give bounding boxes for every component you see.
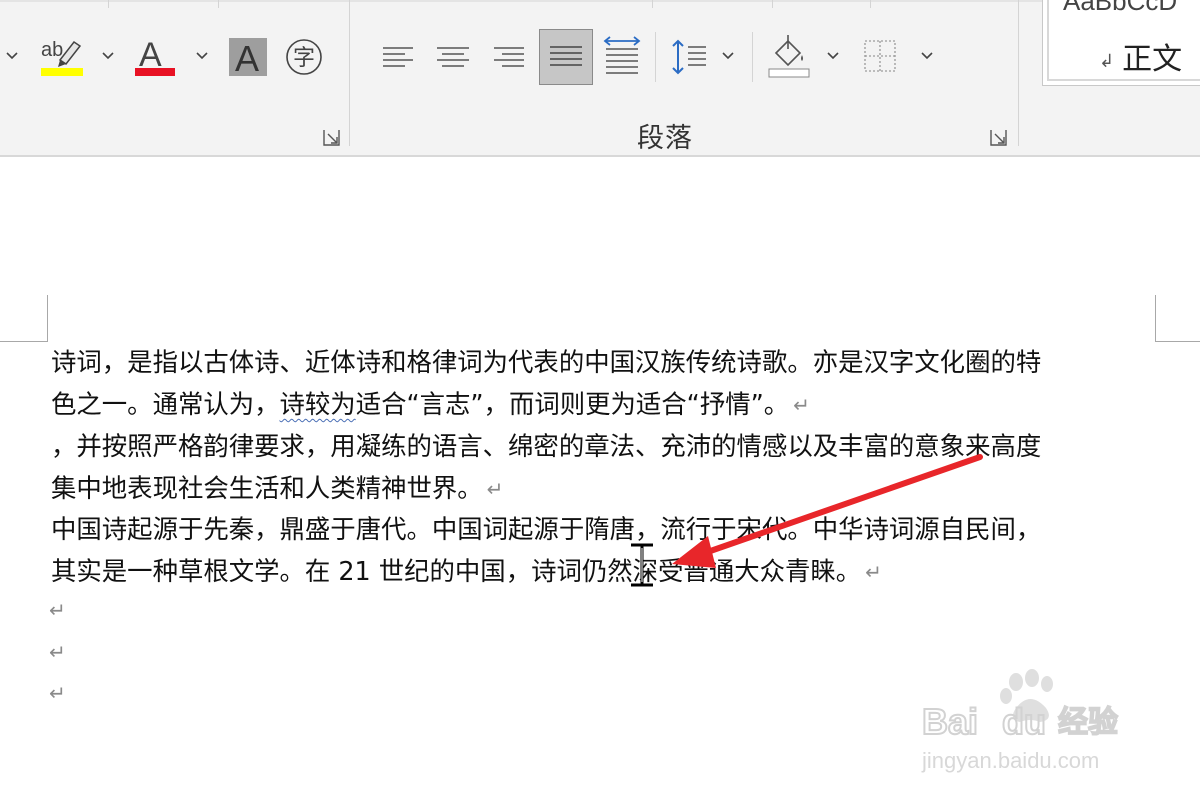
paragraph[interactable]: 中国诗起源于先秦，鼎盛于唐代。中国词起源于隋唐，流行于宋代。中华诗词源自民间， … bbox=[51, 508, 1161, 594]
svg-text:ab: ab bbox=[41, 39, 63, 61]
font-color-button[interactable]: A bbox=[132, 34, 178, 80]
paragraph[interactable]: 诗词，是指以古体诗、近体诗和格律词为代表的中国汉族传统诗歌。亦是汉字文化圈的特 … bbox=[51, 341, 1161, 427]
text-run: 集中地表现社会生活和人类精神世界。 bbox=[51, 473, 483, 503]
chevron-down-icon[interactable] bbox=[917, 46, 937, 66]
style-sample-text: AaBbCcD bbox=[1063, 0, 1178, 16]
style-normal[interactable]: ↲ 正文 bbox=[1099, 34, 1182, 78]
distributed-icon bbox=[603, 36, 641, 74]
align-center-button[interactable] bbox=[433, 38, 473, 78]
chevron-down-icon[interactable] bbox=[718, 46, 738, 66]
align-left-icon bbox=[383, 47, 413, 67]
chevron-down-icon[interactable] bbox=[2, 46, 22, 66]
character-shading-icon: A bbox=[229, 38, 267, 76]
distributed-align-button[interactable] bbox=[600, 33, 644, 79]
enclose-characters-button[interactable]: 字 bbox=[284, 37, 324, 77]
paragraph[interactable]: ，并按照严格韵律要求，用凝练的语言、绵密的章法、充沛的情感以及丰富的意象来高度 … bbox=[51, 425, 1161, 511]
paragraph-line: 中国诗起源于先秦，鼎盛于唐代。中国词起源于隋唐，流行于宋代。中华诗词源自民间， bbox=[51, 514, 1042, 544]
shading-button[interactable] bbox=[765, 32, 813, 80]
paragraph-return-icon: ↲ bbox=[1099, 51, 1115, 72]
paragraph-group-label: 段落 bbox=[637, 123, 693, 154]
borders-button[interactable] bbox=[860, 36, 900, 76]
paragraph-mark-icon: ↵ bbox=[793, 393, 810, 417]
ribbon-tick bbox=[108, 0, 109, 8]
empty-paragraph-mark[interactable]: ↵ bbox=[49, 681, 66, 705]
button-separator bbox=[655, 32, 656, 82]
style-name-label: 正文 bbox=[1122, 42, 1183, 77]
text-run: 其实是一种草根文学。在 21 世纪的中国，诗词仍然深受普通大众青睐。 bbox=[51, 556, 862, 586]
paint-bucket-icon bbox=[768, 35, 810, 78]
text-run: 适合“言志”，而词则更为适合“抒情”。 bbox=[355, 389, 790, 419]
align-left-button[interactable] bbox=[378, 38, 418, 78]
margin-corner-right bbox=[1155, 295, 1156, 341]
align-right-button[interactable] bbox=[489, 38, 529, 78]
group-separator bbox=[349, 0, 350, 146]
text-run: 色之一。通常认为， bbox=[51, 389, 280, 419]
button-separator bbox=[752, 32, 753, 82]
margin-corner-left bbox=[47, 295, 48, 341]
chevron-down-icon[interactable] bbox=[823, 46, 843, 66]
paragraph-line: 色之一。通常认为，诗较为适合“言志”，而词则更为适合“抒情”。 ↵ bbox=[51, 383, 1161, 427]
margin-corner-right bbox=[1155, 341, 1200, 342]
paragraph-mark-icon: ↵ bbox=[486, 477, 504, 501]
paragraph-mark-icon: ↵ bbox=[865, 560, 882, 584]
justify-button[interactable] bbox=[539, 29, 593, 85]
ribbon-tick bbox=[870, 0, 871, 8]
style-tile[interactable]: AaBbCcD ↲ 正文 bbox=[1047, 0, 1200, 81]
text-highlight-color-button[interactable]: ab bbox=[38, 34, 86, 80]
watermark-url: jingyan.baidu.com bbox=[921, 748, 1099, 773]
empty-paragraph-mark[interactable]: ↵ bbox=[49, 598, 66, 622]
chevron-down-icon[interactable] bbox=[192, 46, 212, 66]
baidu-watermark-logo: Bai du 经验 jingyan.baidu.com bbox=[921, 669, 1119, 773]
character-shading-button[interactable]: A bbox=[229, 38, 267, 76]
svg-text:A: A bbox=[235, 38, 259, 76]
ribbon-tick bbox=[652, 0, 653, 8]
ribbon-top-border bbox=[0, 0, 1200, 2]
paragraph-line: 诗词，是指以古体诗、近体诗和格律词为代表的中国汉族传统诗歌。亦是汉字文化圈的特 bbox=[51, 347, 1042, 377]
line-spacing-icon bbox=[672, 39, 706, 75]
group-separator bbox=[1018, 0, 1019, 146]
justify-icon bbox=[550, 46, 582, 66]
paragraph-line: 其实是一种草根文学。在 21 世纪的中国，诗词仍然深受普通大众青睐。 ↵ bbox=[51, 550, 1161, 594]
margin-corner-left bbox=[0, 341, 48, 342]
align-right-icon bbox=[494, 47, 524, 67]
font-color-icon: A bbox=[135, 36, 175, 76]
paragraph-line: 集中地表现社会生活和人类精神世界。 ↵ bbox=[51, 467, 1161, 511]
ribbon: ab A A 字 段落 AaBbCcD ↲ 正文 bbox=[0, 0, 1200, 157]
paragraph-line: ，并按照严格韵律要求，用凝练的语言、绵密的章法、充沛的情感以及丰富的意象来高度 bbox=[51, 431, 1042, 461]
styles-gallery[interactable]: AaBbCcD ↲ 正文 bbox=[1042, 0, 1200, 86]
grammar-flagged-text[interactable]: 诗较为 bbox=[280, 389, 356, 419]
svg-text:字: 字 bbox=[293, 46, 315, 71]
dialog-launcher-icon[interactable] bbox=[322, 128, 342, 148]
dialog-launcher-icon[interactable] bbox=[989, 128, 1009, 148]
empty-paragraph-mark[interactable]: ↵ bbox=[49, 640, 66, 664]
svg-text:经验: 经验 bbox=[1058, 705, 1118, 740]
chevron-down-icon[interactable] bbox=[98, 46, 118, 66]
svg-text:du: du bbox=[1002, 701, 1046, 742]
svg-text:Bai: Bai bbox=[922, 701, 978, 742]
enclosed-character-icon: 字 bbox=[286, 39, 322, 75]
text-cursor-ibeam-icon bbox=[631, 543, 653, 587]
highlighter-icon: ab bbox=[41, 39, 83, 76]
ribbon-tick bbox=[772, 0, 773, 8]
line-spacing-button[interactable] bbox=[666, 36, 710, 78]
align-center-icon bbox=[437, 47, 469, 67]
ribbon-tick bbox=[218, 0, 219, 8]
borders-icon bbox=[864, 40, 896, 72]
